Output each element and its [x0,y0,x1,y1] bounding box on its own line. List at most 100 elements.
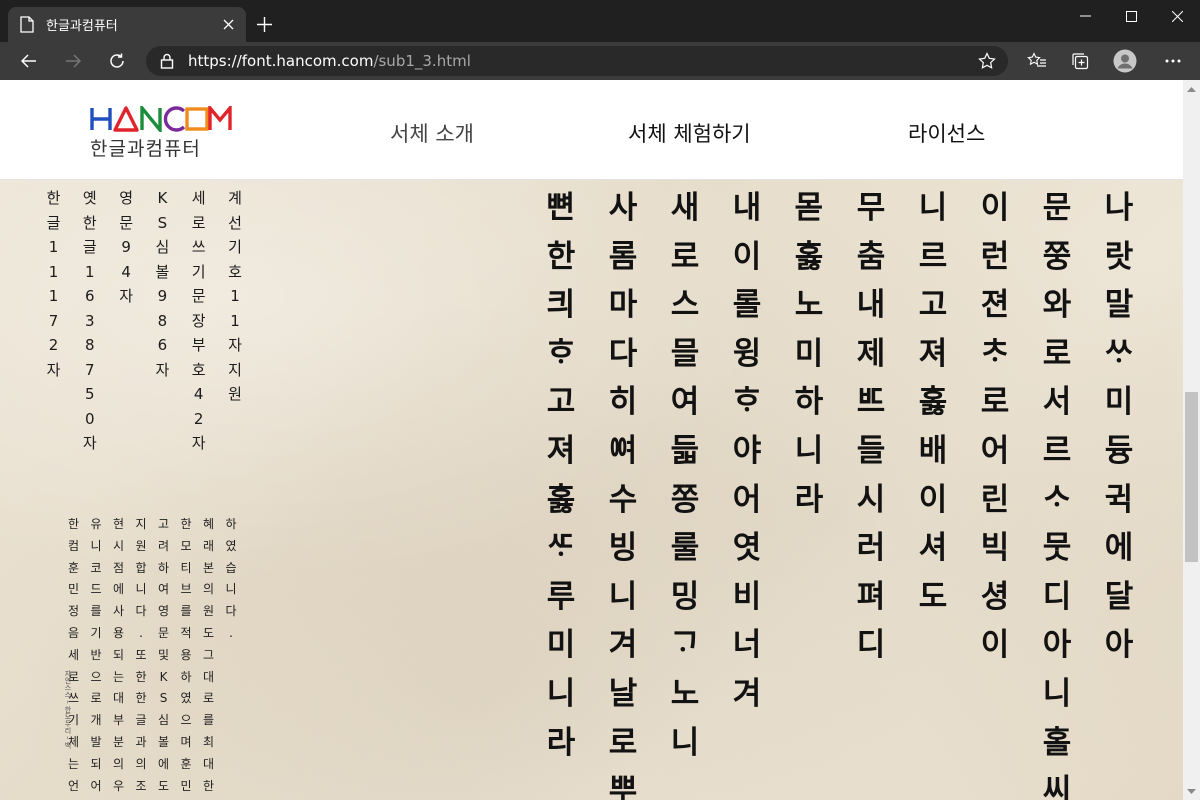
desc-column: 지원합니다. 또한한글과의조 [132,514,150,797]
poem-char: 로 [670,238,700,275]
hancom-logo[interactable]: 한글과컴퓨터 [90,106,235,160]
info-char: 5 [85,385,95,403]
desc-column: 하였습니다. [222,514,240,645]
favorite-star-icon[interactable] [978,52,996,70]
refresh-button[interactable] [102,46,132,76]
close-icon[interactable] [218,15,238,35]
desc-char: 문 [157,625,170,640]
poem-char: ᄯᆞ [546,530,576,567]
browser-tab[interactable]: 한글과컴퓨터 [8,7,246,42]
lock-icon [160,53,174,69]
collections-icon[interactable] [1065,46,1095,76]
desc-char: 한 [135,669,147,684]
nav-license[interactable]: 라이선스 [908,118,985,148]
scroll-up-arrow-icon[interactable] [1183,80,1200,97]
poem-char: ᄒᆞ [546,335,576,372]
desc-char: 여 [157,582,170,597]
poem-char: 쫑 [670,481,700,518]
poem-char: 디 [856,627,886,664]
desc-char: 를 [202,713,215,728]
info-char: 4 [193,385,204,403]
poem-column: 몯홇노미하니라 [786,184,832,524]
desc-char: 며 [180,734,192,749]
desc-char: 훈 [67,560,80,575]
desc-char: 도 [157,778,170,793]
nav-font-intro[interactable]: 서체 소개 [390,118,474,148]
poem-column: 니르고져홇배이셔도 [910,184,956,621]
scrollbar-thumb[interactable] [1185,392,1198,562]
desc-char: 니 [90,538,102,553]
favorites-icon[interactable] [1022,46,1052,76]
poem-char: 미 [794,335,824,372]
info-char: 8 [157,311,168,330]
poem-char: 로 [1042,335,1072,372]
desc-char: 사 [112,604,125,619]
forward-button[interactable] [58,46,88,76]
desc-char: 한 [67,517,80,531]
desc-char: 하 [180,669,192,684]
poem-char: 문 [1042,190,1072,226]
poem-char: 다 [608,335,638,372]
desc-char: 코 [90,560,102,575]
poem-char: 듕 [1104,432,1134,469]
info-char: 1 [48,238,59,256]
info-char: 1 [230,287,240,305]
desc-char: 지 [135,517,147,531]
desc-char: 민 [180,778,192,793]
poem-char: 씨 [1042,773,1072,800]
back-button[interactable] [14,46,44,76]
address-bar[interactable]: https://font.hancom.com/sub1_3.html [146,46,1008,76]
poem-char: 귁 [1104,481,1134,518]
poem-char: 뿌 [608,773,638,800]
info-char: 7 [48,311,59,330]
scroll-down-arrow-icon[interactable] [1183,783,1200,800]
profile-avatar[interactable] [1110,46,1140,76]
maximize-button[interactable] [1108,0,1154,32]
minimize-button[interactable] [1062,0,1108,32]
info-char: 자 [82,434,97,452]
desc-char: 분 [112,734,125,749]
desc-char: 용 [180,647,192,662]
desc-char: 한 [135,691,147,706]
info-char: 한 [46,189,61,207]
poem-char: 새 [670,190,700,226]
poem-column: 나 랏 말 ᄊᆞ 미 듕 귁 에 달 아 [1096,184,1142,670]
desc-char: 볼 [157,734,170,749]
info-char: 심 [155,238,170,256]
new-tab-button[interactable] [252,12,276,36]
browser-toolbar: https://font.hancom.com/sub1_3.html [0,42,1200,80]
page-scrollbar[interactable] [1183,80,1200,800]
poem-char: ᄎᆞ [980,335,1010,372]
desc-char: 되 [112,647,125,662]
nav-font-try[interactable]: 서체 체험하기 [628,118,751,148]
info-char: 선 [228,213,242,232]
poem-char: 니 [546,675,576,712]
poem-char: 나 [1104,190,1134,226]
desc-char: 한 [180,517,192,531]
desc-char: 드 [90,582,102,597]
info-column: KS심볼 9 8 6 자 [151,186,173,382]
desc-char: 어 [90,778,102,793]
desc-char: 우 [112,778,125,793]
more-menu-icon[interactable] [1158,46,1188,76]
poem-char: 들 [856,432,886,469]
poem-char: 런 [980,238,1010,275]
poem-char: 히 [608,384,638,421]
poem-char: 수 [608,481,638,518]
poem-char: 라 [794,481,824,518]
desc-char: 합 [135,560,147,575]
info-column: 영문 9 4 자 [115,186,137,309]
poem-char: 너 [732,627,762,664]
site-header: 한글과컴퓨터 서체 소개 서체 체험하기 라이선스 [0,80,1183,180]
info-column: 옛한글 1 6 3 8 7 5 0 자 [79,186,101,456]
desc-char: 원 [135,538,147,553]
info-char: 기 [228,238,242,256]
poem-char: 도 [918,578,948,615]
desc-column: 한모티브를적용하였으며훈민 [177,514,195,797]
desc-char: 심 [157,713,170,728]
desc-char: 부 [112,713,125,728]
close-window-button[interactable] [1154,0,1200,32]
desc-char: 니 [225,582,237,597]
poem-char: 니 [794,432,824,469]
desc-char: 하 [157,560,170,575]
